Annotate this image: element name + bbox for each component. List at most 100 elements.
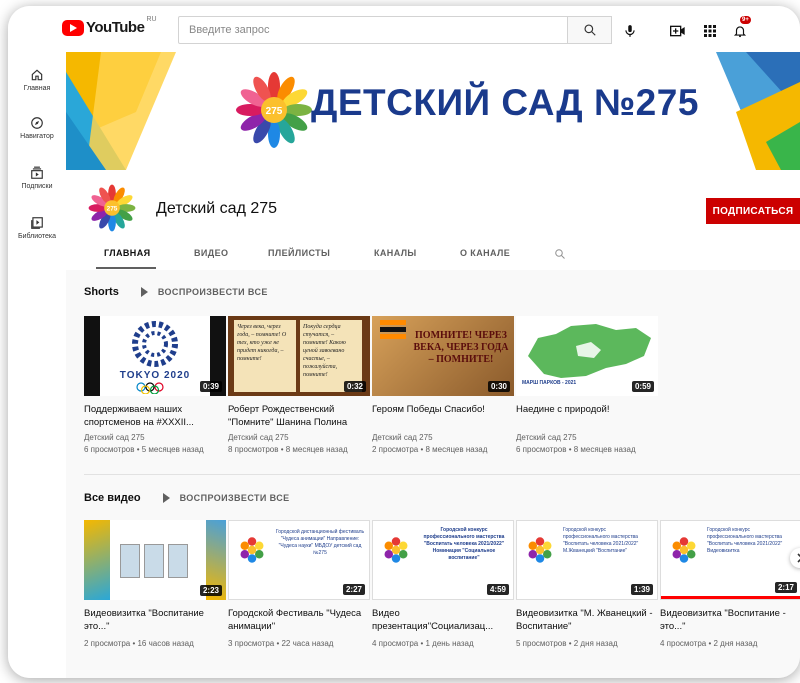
tab-channels[interactable]: КАНАЛЫ [374, 248, 417, 258]
mini-guide: Главная Навигатор Подписки Библиотека [8, 52, 66, 678]
shorts-title[interactable]: Shorts [84, 286, 119, 298]
video-title[interactable]: Видеовизитка "Воспитание - это..." [660, 607, 800, 633]
chevron-right-icon [797, 553, 800, 563]
video-duration: 4:59 [486, 584, 509, 595]
video-card[interactable]: Городской конкурс профессионального маст… [516, 520, 658, 648]
shorts-section-header: Shorts ВОСПРОИЗВЕСТИ ВСЕ [84, 286, 268, 298]
subscribe-button[interactable]: ПОДПИСАТЬСЯ [706, 198, 800, 224]
video-meta: 5 просмотров • 2 дня назад [516, 639, 618, 648]
thumb-decoration [84, 520, 110, 600]
play-all-label: ВОСПРОИЗВЕСТИ ВСЕ [179, 493, 290, 503]
video-thumbnail[interactable]: Городской конкурс профессионального маст… [372, 520, 514, 600]
guide-item-home[interactable]: Главная [8, 68, 66, 92]
video-title[interactable]: Видеовизитка "Воспитание это..." [84, 607, 226, 633]
tab-home[interactable]: ГЛАВНАЯ [104, 248, 150, 258]
banner-flower-logo: 275 [236, 72, 312, 148]
apps-button[interactable] [700, 21, 720, 41]
video-meta: 6 просмотров • 5 месяцев назад [84, 445, 204, 454]
tab-search-button[interactable] [554, 247, 566, 265]
video-meta: 4 просмотра • 2 дня назад [660, 639, 758, 648]
masthead: YouTube RU 9+ [8, 6, 800, 52]
short-card[interactable]: TOKYO 2020 0:39 Поддерживаем наших спорт… [84, 316, 226, 454]
video-channel[interactable]: Детский сад 275 [516, 433, 658, 442]
video-duration: 0:30 [487, 381, 510, 392]
notifications-button[interactable]: 9+ [730, 16, 751, 41]
video-title[interactable]: Наедине с природой! [516, 403, 658, 429]
search-button[interactable] [568, 16, 612, 44]
video-thumbnail[interactable]: TOKYO 2020 0:39 [84, 316, 226, 396]
short-card[interactable]: МАРШ ПАРКОВ - 2021 0:59 Наедине с природ… [516, 316, 658, 454]
shorts-play-all-button[interactable]: ВОСПРОИЗВЕСТИ ВСЕ [140, 287, 268, 297]
create-button[interactable] [668, 21, 688, 41]
flower-logo-image [240, 537, 264, 563]
video-card[interactable]: Городской дистанционный фестиваль "Чудес… [228, 520, 370, 648]
video-thumbnail[interactable]: Городской дистанционный фестиваль "Чудес… [228, 520, 370, 600]
apps-grid-icon [704, 25, 716, 37]
create-video-icon [670, 25, 685, 37]
olympic-rings-image [136, 382, 164, 394]
video-duration: 0:59 [631, 381, 654, 392]
video-thumbnail[interactable]: Через века, через года, – помните! О тех… [228, 316, 370, 396]
video-card[interactable]: Городской конкурс профессионального маст… [660, 520, 800, 648]
tab-videos[interactable]: ВИДЕО [194, 248, 228, 258]
youtube-logo[interactable]: YouTube RU [62, 16, 157, 36]
video-title[interactable]: Героям Победы Спасибо! [372, 403, 514, 429]
tab-about[interactable]: О КАНАЛЕ [460, 248, 510, 258]
microphone-icon [625, 25, 635, 37]
video-thumbnail[interactable]: МАРШ ПАРКОВ - 2021 0:59 [516, 316, 658, 396]
logo-country: RU [146, 16, 157, 23]
youtube-window: YouTube RU 9+ Главн [8, 6, 800, 678]
video-meta: 2 просмотра • 16 часов назад [84, 639, 194, 648]
all-videos-section-header: Все видео ВОСПРОИЗВЕСТИ ВСЕ [84, 492, 290, 504]
video-meta: 4 просмотра • 1 день назад [372, 639, 474, 648]
video-thumbnail[interactable]: Городской конкурс профессионального маст… [660, 520, 800, 600]
channel-avatar[interactable]: 275 [86, 182, 138, 234]
all-videos-play-all-button[interactable]: ВОСПРОИЗВЕСТИ ВСЕ [162, 493, 290, 503]
thumb-caption: Городской конкурс профессионального маст… [563, 527, 639, 554]
video-title[interactable]: Городской Фестиваль "Чудеса анимации" [228, 607, 370, 633]
guide-item-label: Подписки [21, 183, 53, 190]
short-card[interactable]: ПОМНИТЕ! ЧЕРЕЗ ВЕКА, ЧЕРЕЗ ГОДА – ПОМНИТ… [372, 316, 514, 454]
video-meta: 3 просмотра • 22 часа назад [228, 639, 334, 648]
notifications-badge: 9+ [740, 16, 751, 24]
thumb-photo [144, 544, 164, 578]
video-meta: 8 просмотров • 8 месяцев назад [228, 445, 348, 454]
thumb-photo [168, 544, 188, 578]
voice-search-button[interactable] [620, 21, 640, 41]
tokyo-emblem-image [132, 321, 178, 367]
video-duration: 1:39 [630, 584, 653, 595]
video-thumbnail[interactable]: Городской конкурс профессионального маст… [516, 520, 658, 600]
search-box[interactable] [178, 16, 568, 44]
video-card[interactable]: 2:23 Видеовизитка "Воспитание это..." 2 … [84, 520, 226, 648]
video-title[interactable]: Роберт Рождественский "Помните" Шанина П… [228, 403, 370, 429]
section-divider [84, 474, 800, 475]
guide-item-label: Главная [23, 85, 51, 92]
guide-item-library[interactable]: Библиотека [8, 216, 66, 240]
video-channel[interactable]: Детский сад 275 [84, 433, 226, 442]
video-thumbnail[interactable]: ПОМНИТЕ! ЧЕРЕЗ ВЕКА, ЧЕРЕЗ ГОДА – ПОМНИТ… [372, 316, 514, 396]
compass-icon [31, 117, 43, 129]
video-title[interactable]: Видео презентация"Социализац... [372, 607, 514, 633]
all-videos-title[interactable]: Все видео [84, 492, 141, 504]
video-duration: 2:27 [342, 584, 365, 595]
play-icon [162, 493, 170, 503]
search-input[interactable] [179, 17, 567, 43]
video-card[interactable]: Городской конкурс профессионального маст… [372, 520, 514, 648]
thumb-caption: ПОМНИТЕ! ЧЕРЕЗ ВЕКА, ЧЕРЕЗ ГОДА – ПОМНИТ… [413, 330, 509, 365]
video-channel[interactable]: Детский сад 275 [372, 433, 514, 442]
play-icon [140, 287, 148, 297]
channel-content: Shorts ВОСПРОИЗВЕСТИ ВСЕ TOKYO 2020 0:39… [66, 270, 800, 678]
guide-item-subscriptions[interactable]: Подписки [8, 166, 66, 190]
channel-tabs: ГЛАВНАЯ ВИДЕО ПЛЕЙЛИСТЫ КАНАЛЫ О КАНАЛЕ [66, 242, 800, 270]
video-channel[interactable]: Детский сад 275 [228, 433, 370, 442]
video-title[interactable]: Видеовизитка "М. Жванецкий - Воспитание" [516, 607, 658, 633]
video-title[interactable]: Поддерживаем наших спортсменов на #XXXII… [84, 403, 226, 429]
play-all-label: ВОСПРОИЗВЕСТИ ВСЕ [157, 287, 268, 297]
guide-item-explore[interactable]: Навигатор [8, 116, 66, 140]
video-thumbnail[interactable]: 2:23 [84, 520, 226, 600]
tab-playlists[interactable]: ПЛЕЙЛИСТЫ [268, 248, 330, 258]
video-duration: 2:23 [199, 585, 222, 596]
search-icon [555, 249, 565, 259]
short-card[interactable]: Через века, через года, – помните! О тех… [228, 316, 370, 454]
thumb-caption: TOKYO 2020 [119, 370, 191, 381]
